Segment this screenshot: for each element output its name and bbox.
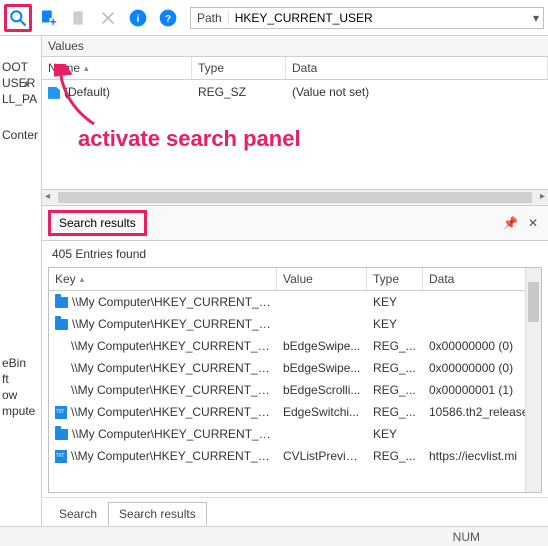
sort-asc-icon: ▴ — [84, 63, 89, 74]
result-row[interactable]: \\My Computer\HKEY_CURRENT_US...bEdgeScr… — [49, 379, 541, 401]
col-name[interactable]: Name — [48, 61, 80, 75]
folder-icon — [55, 297, 68, 308]
col-key[interactable]: Key — [55, 272, 76, 286]
result-row[interactable]: \\My Computer\HKEY_CURRENT_US...KEY — [49, 313, 541, 335]
result-row[interactable]: \\My Computer\HKEY_CURRENT_US...EdgeSwit… — [49, 401, 541, 423]
tree-item[interactable]: eBin — [2, 356, 39, 370]
tree-item[interactable]: Conter — [2, 128, 39, 142]
tab-search[interactable]: Search — [48, 502, 108, 526]
tree-item[interactable]: ft — [2, 372, 39, 386]
v-scrollbar[interactable] — [525, 268, 541, 492]
col-data[interactable]: Data — [423, 268, 541, 290]
tree-item[interactable]: OOT — [2, 60, 39, 74]
values-panel: Values Name ▴ Type Data (Default) REG_SZ … — [42, 36, 548, 206]
info-icon[interactable]: i — [124, 4, 152, 32]
search-icon[interactable] — [4, 4, 32, 32]
toolbar: i ? Path HKEY_CURRENT_USER ▾ — [0, 0, 548, 36]
col-type[interactable]: Type — [367, 268, 423, 290]
sort-asc-icon: ▴ — [80, 274, 85, 285]
tree-sidebar[interactable]: ▴ OOT USER LL_PA Conter eBin ft ow mpute — [0, 36, 42, 526]
svg-text:i: i — [137, 14, 140, 25]
result-row[interactable]: \\My Computer\HKEY_CURRENT_US...KEY — [49, 291, 541, 313]
col-data[interactable]: Data — [286, 57, 548, 79]
status-bar: NUM — [0, 526, 548, 546]
txt-icon — [55, 450, 67, 463]
col-type[interactable]: Type — [192, 57, 286, 79]
result-row[interactable]: \\My Computer\HKEY_CURRENT_US...CVListPr… — [49, 445, 541, 467]
add-icon[interactable] — [34, 4, 62, 32]
folder-icon — [55, 429, 68, 440]
help-icon[interactable]: ? — [154, 4, 182, 32]
sr-columns[interactable]: Key ▴ Value Type Data — [49, 268, 541, 291]
values-title: Values — [42, 36, 548, 57]
path-value: HKEY_CURRENT_USER — [229, 11, 529, 25]
result-row[interactable]: \\My Computer\HKEY_CURRENT_US...bEdgeSwi… — [49, 335, 541, 357]
tree-item[interactable]: USER — [2, 76, 39, 90]
search-results-header: Search results 📌 ✕ — [42, 206, 548, 241]
result-row[interactable]: \\My Computer\HKEY_CURRENT_US...KEY — [49, 423, 541, 445]
search-results-title: Search results — [48, 210, 147, 236]
document-icon — [64, 4, 92, 32]
folder-icon — [55, 319, 68, 330]
result-row[interactable]: \\My Computer\HKEY_CURRENT_US...bEdgeSwi… — [49, 357, 541, 379]
dropdown-icon[interactable]: ▾ — [529, 11, 543, 25]
scroll-up-icon[interactable]: ▴ — [24, 78, 29, 89]
txt-icon — [55, 406, 67, 419]
svg-text:?: ? — [165, 14, 171, 25]
path-label: Path — [191, 11, 229, 25]
tree-item[interactable]: ow — [2, 388, 39, 402]
value-row[interactable]: (Default) REG_SZ (Value not set) — [42, 80, 548, 104]
tab-results[interactable]: Search results — [108, 502, 207, 526]
tree-item[interactable]: mpute — [2, 404, 39, 418]
value-icon — [48, 87, 60, 99]
status-num: NUM — [453, 530, 480, 544]
bottom-tabs: Search Search results — [42, 497, 548, 526]
annotation-text: activate search panel — [78, 126, 301, 152]
col-value[interactable]: Value — [277, 268, 367, 290]
results-count: 405 Entries found — [42, 241, 548, 267]
pin-icon[interactable]: 📌 — [497, 216, 524, 230]
delete-icon — [94, 4, 122, 32]
tree-item[interactable]: LL_PA — [2, 92, 39, 106]
search-results-grid: Key ▴ Value Type Data \\My Computer\HKEY_… — [48, 267, 542, 493]
values-columns[interactable]: Name ▴ Type Data — [42, 57, 548, 80]
h-scrollbar[interactable]: ◂ ▸ — [42, 189, 548, 205]
close-icon[interactable]: ✕ — [524, 216, 542, 230]
path-input[interactable]: Path HKEY_CURRENT_USER ▾ — [190, 7, 544, 29]
